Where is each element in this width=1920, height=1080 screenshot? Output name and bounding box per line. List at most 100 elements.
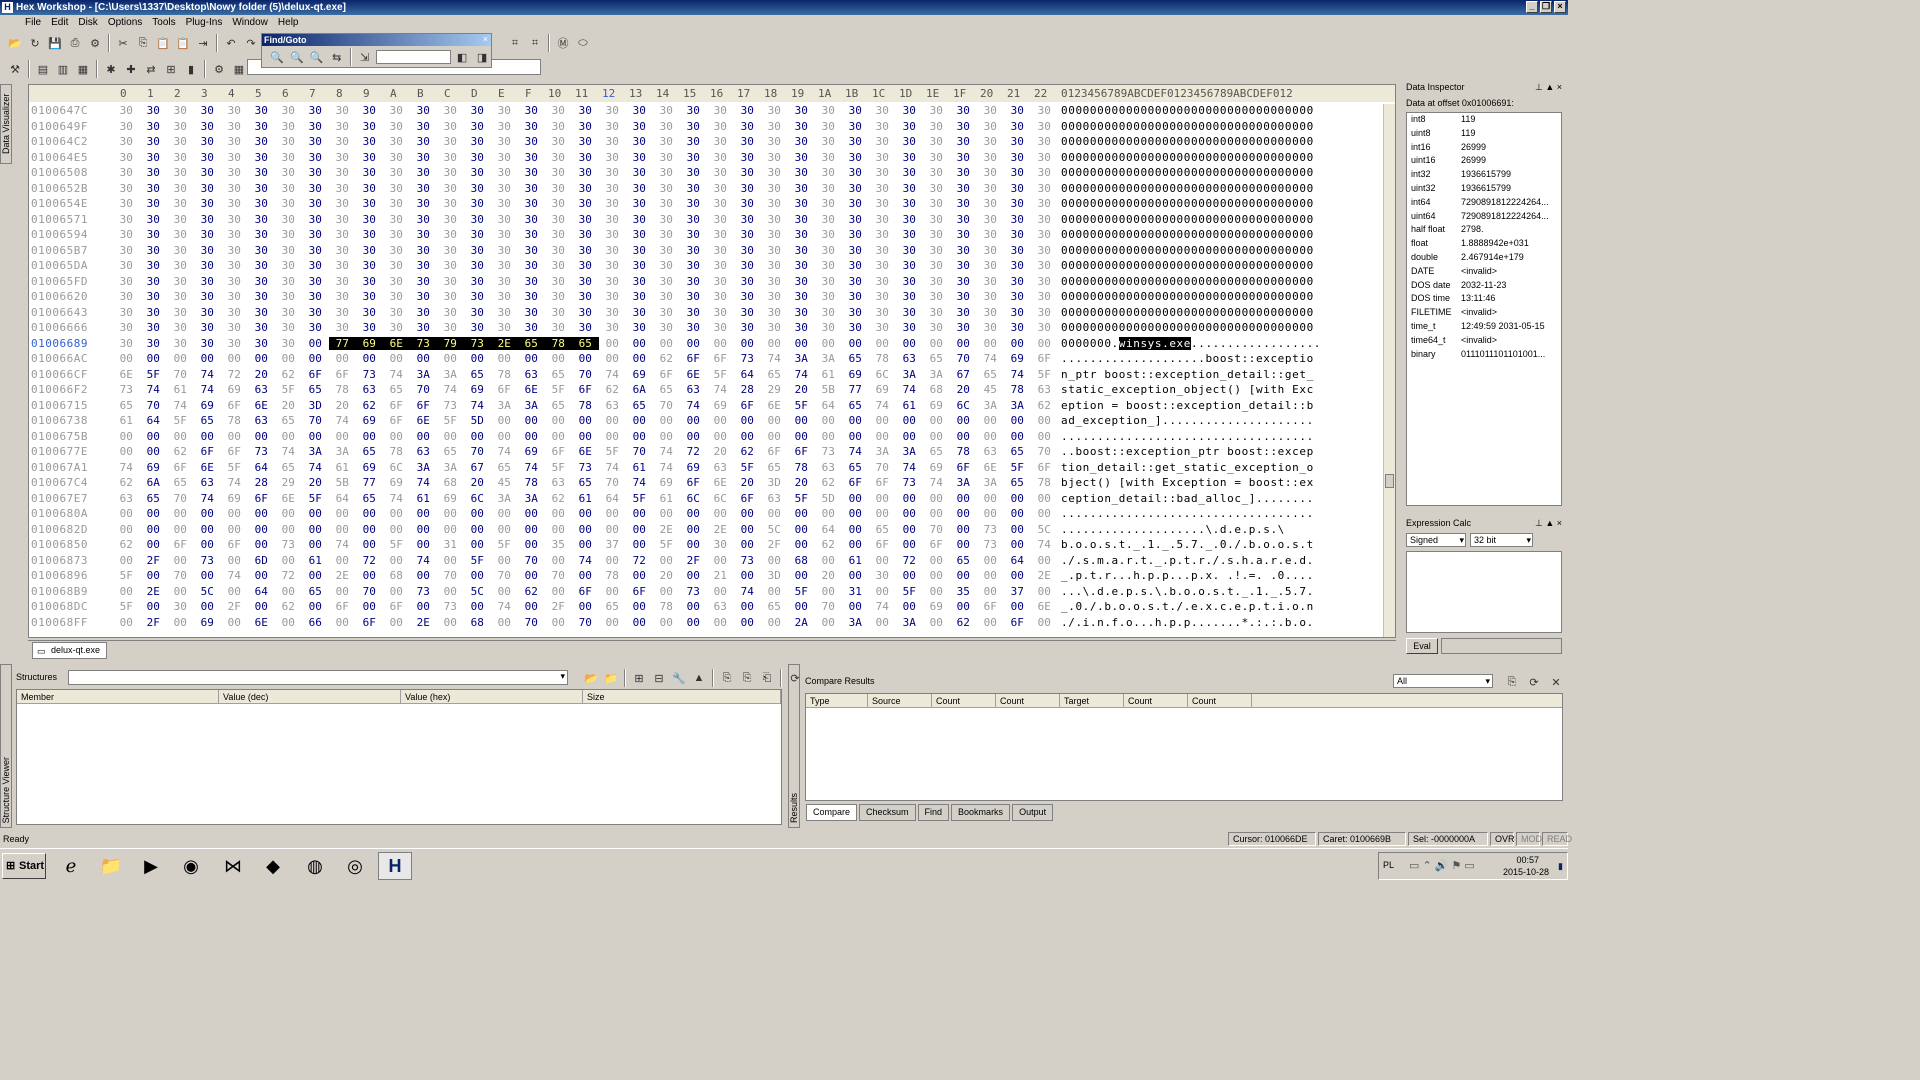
hex-rows[interactable]: 0100647C 30 30 30 30 30 30 30 30 30 30 3… [29,104,1383,631]
row-ascii[interactable]: 00000000000000000000000000000000000 [1061,166,1314,179]
inspector-row[interactable]: FILETIME <invalid> [1407,306,1561,320]
row-ascii[interactable]: 00000000000000000000000000000000000 [1061,275,1314,288]
row-ascii[interactable]: _.p.t.r...h.p.p...p.x. .!.=. .0.... [1061,569,1314,582]
tray-icons[interactable]: ▭ ⌃ 🔊 ⚑ ▭ [1409,859,1475,872]
inspector-row[interactable]: binary 0111011101101001... [1407,348,1561,362]
close-button[interactable]: × [1554,1,1566,13]
row-bytes[interactable]: 30 30 30 30 30 30 30 30 30 30 30 30 30 3… [113,120,1058,133]
bits-icon[interactable]: ⌗ [506,34,524,52]
col-value-hex[interactable]: Value (hex) [401,690,583,704]
up-icon[interactable]: ▲ [690,669,708,687]
save-icon[interactable]: 💾 [46,34,64,52]
row-ascii[interactable]: ....................boost::exceptio [1061,352,1314,365]
chart-icon[interactable]: ▮ [182,60,200,78]
row-bytes[interactable]: 00 2F 00 73 00 6D 00 61 00 72 00 74 00 5… [113,554,1058,567]
row-bytes[interactable]: 30 30 30 30 30 30 30 30 30 30 30 30 30 3… [113,166,1058,179]
menu-disk[interactable]: Disk [73,17,102,28]
row-bytes[interactable]: 5F 00 30 00 2F 00 62 00 6F 00 6F 00 73 0… [113,600,1058,613]
cut-icon[interactable]: ✂ [114,34,132,52]
open-structure-icon[interactable]: 📂 [582,669,600,687]
col-source[interactable]: Source [868,694,932,708]
find-icon[interactable]: 🔍 [268,48,286,66]
hex-row[interactable]: 01006715 65 70 74 69 6F 6E 20 3D 20 62 6… [29,399,1383,415]
inspector-row[interactable]: int64 7290891812224264... [1407,196,1561,210]
bookmark-next-icon[interactable]: ◨ [473,48,491,66]
ida-icon[interactable]: ◆ [256,852,290,880]
gear-icon[interactable]: ⚙ [210,60,228,78]
hex-row[interactable]: 01006850 62 00 6F 00 6F 00 73 00 74 00 5… [29,538,1383,554]
row-bytes[interactable]: 30 30 30 30 30 30 30 30 30 30 30 30 30 3… [113,135,1058,148]
inspector-row[interactable]: DOS date 2032-11-23 [1407,279,1561,293]
col-count4[interactable]: Count [1188,694,1252,708]
hex-row[interactable]: 01006873 00 2F 00 73 00 6D 00 61 00 72 0… [29,554,1383,570]
menu-tools[interactable]: Tools [147,17,180,28]
row-bytes[interactable]: 30 30 30 30 30 30 30 30 30 30 30 30 30 3… [113,197,1058,210]
row-bytes[interactable]: 74 69 6F 6E 5F 64 65 74 61 69 6C 3A 3A 6… [113,461,1058,474]
goto-input[interactable] [375,50,452,64]
row-ascii[interactable]: 00000000000000000000000000000000000 [1061,321,1314,334]
hex-row[interactable]: 010067C4 62 6A 65 63 74 28 29 20 5B 77 6… [29,476,1383,492]
paste-icon[interactable]: 📋 [154,34,172,52]
inspector-row[interactable]: int16 26999 [1407,141,1561,155]
inspector-row[interactable]: uint32 1936615799 [1407,182,1561,196]
row-bytes[interactable]: 30 30 30 30 30 30 30 30 30 30 30 30 30 3… [113,182,1058,195]
row-bytes[interactable]: 30 30 30 30 30 30 30 30 30 30 30 30 30 3… [113,151,1058,164]
hex-editor[interactable]: 0 1 2 3 4 5 6 7 8 9 A B C D E F 10 11 12 13 14 15 16 17 18 19 1A 1B… [28,84,1396,638]
row-ascii[interactable]: ..boost::exception_ptr boost::excep [1061,445,1314,458]
row-bytes[interactable]: 30 30 30 30 30 30 30 30 30 30 30 30 30 3… [113,104,1058,117]
hex-row[interactable]: 01006738 61 64 5F 65 78 63 65 70 74 69 6… [29,414,1383,430]
restore-button[interactable]: ❐ [1540,1,1552,13]
hex-row[interactable]: 0100675B 00 00 00 00 00 00 00 00 00 00 0… [29,430,1383,446]
unlink-icon[interactable]: ⊟ [650,669,668,687]
properties-icon[interactable]: ⚙ [86,34,104,52]
olly-icon[interactable]: ◎ [338,852,372,880]
col-value-dec[interactable]: Value (dec) [219,690,401,704]
hex-row[interactable]: 010066F2 73 74 61 74 69 63 5F 65 78 63 6… [29,383,1383,399]
col-count3[interactable]: Count [1124,694,1188,708]
bookmark-prev-icon[interactable]: ◧ [453,48,471,66]
hex-row[interactable]: 01006666 30 30 30 30 30 30 30 30 30 30 3… [29,321,1383,337]
signed-select[interactable]: Signed ▾ [1406,533,1466,547]
inspector-row[interactable]: int8 119 [1407,113,1561,127]
show-desktop-icon[interactable]: ▮ [1558,861,1563,872]
redo-icon[interactable]: ↷ [242,34,260,52]
copy-results-icon[interactable]: ⎘ [1503,673,1521,691]
row-ascii[interactable]: 00000000000000000000000000000000000 [1061,120,1314,133]
col-member[interactable]: Member [17,690,219,704]
paste-special-icon[interactable]: 📋 [174,34,192,52]
inspector-row[interactable]: float 1.8888942e+031 [1407,237,1561,251]
row-bytes[interactable]: 63 65 70 74 69 6F 6E 5F 64 65 74 61 69 6… [113,492,1058,505]
col-target[interactable]: Target [1060,694,1124,708]
close-icon[interactable]: ⊥ ▲ × [1535,80,1562,94]
copy-icon[interactable]: ⎘ [134,34,152,52]
row-bytes[interactable]: 30 30 30 30 30 30 30 30 30 30 30 30 30 3… [113,213,1058,226]
inspector-row[interactable]: half float 2798. [1407,223,1561,237]
inspector-row[interactable]: double 2.467914e+179 [1407,251,1561,265]
row-ascii[interactable]: static_exception_object() [with Exc [1061,383,1314,396]
hex-row[interactable]: 0100654E 30 30 30 30 30 30 30 30 30 30 3… [29,197,1383,213]
hex-row[interactable]: 010066CF 6E 5F 70 74 72 20 62 6F 6F 73 7… [29,368,1383,384]
media-player-icon[interactable]: ▶ [134,852,168,880]
intel-icon[interactable]: ⬭ [574,34,592,52]
eval-button[interactable]: Eval [1406,638,1438,654]
menu-window[interactable]: Window [227,17,273,28]
row-ascii[interactable]: 00000000000000000000000000000000000 [1061,244,1314,257]
inspector-row[interactable]: uint64 7290891812224264... [1407,210,1561,224]
compare-list[interactable]: Type Source Count Count Target Count Cou… [805,693,1563,801]
motorola-icon[interactable]: Ⓜ [554,34,572,52]
structure-viewer-tab[interactable]: Structure Viewer [1,757,11,823]
row-bytes[interactable]: 00 00 00 00 00 00 00 00 00 00 00 00 00 0… [113,507,1058,520]
link-icon[interactable]: ⊞ [630,669,648,687]
hex-row[interactable]: 01006643 30 30 30 30 30 30 30 30 30 30 3… [29,306,1383,322]
row-ascii[interactable]: 00000000000000000000000000000000000 [1061,151,1314,164]
row-bytes[interactable]: 00 00 00 00 00 00 00 00 00 00 00 00 00 0… [113,430,1058,443]
copy-struct2-icon[interactable]: ⎘ [738,669,756,687]
row-bytes[interactable]: 30 30 30 30 30 30 30 30 30 30 30 30 30 3… [113,275,1058,288]
goto-icon[interactable]: ⇲ [356,48,374,66]
results-tab[interactable]: Results [789,793,799,823]
row-bytes[interactable]: 00 2E 00 5C 00 64 00 65 00 70 00 73 00 5… [113,585,1058,598]
tool-icon[interactable]: 🔧 [670,669,688,687]
tab-find[interactable]: Find [917,804,950,821]
hex-row[interactable]: 0100682D 00 00 00 00 00 00 00 00 00 00 0… [29,523,1383,539]
close-icon[interactable]: × [483,34,488,44]
